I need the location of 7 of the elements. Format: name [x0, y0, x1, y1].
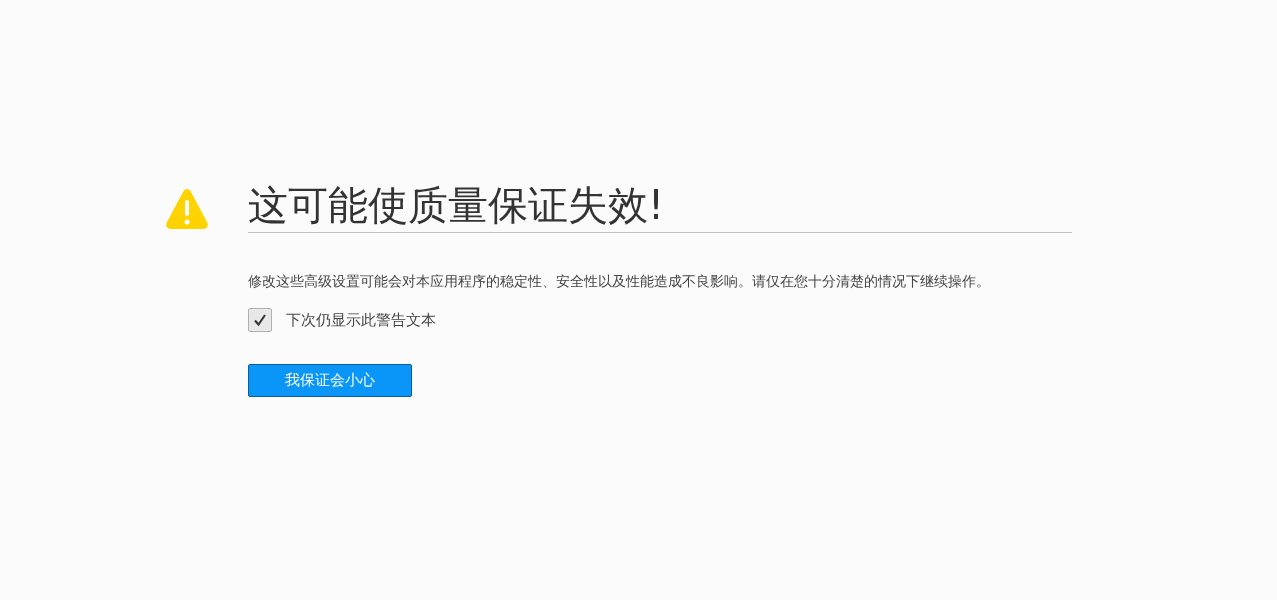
warning-description: 修改这些高级设置可能会对本应用程序的稳定性、安全性以及性能造成不良影响。请仅在您十分清楚的情况下继续操作。: [248, 272, 991, 291]
warning-title: 这可能使质量保证失效!: [248, 181, 666, 230]
checkbox[interactable]: [248, 308, 272, 332]
checkmark-icon: [253, 313, 267, 327]
confirm-button[interactable]: 我保证会小心: [248, 364, 412, 397]
warning-icon: [165, 187, 209, 231]
checkbox-label: 下次仍显示此警告文本: [286, 310, 436, 330]
